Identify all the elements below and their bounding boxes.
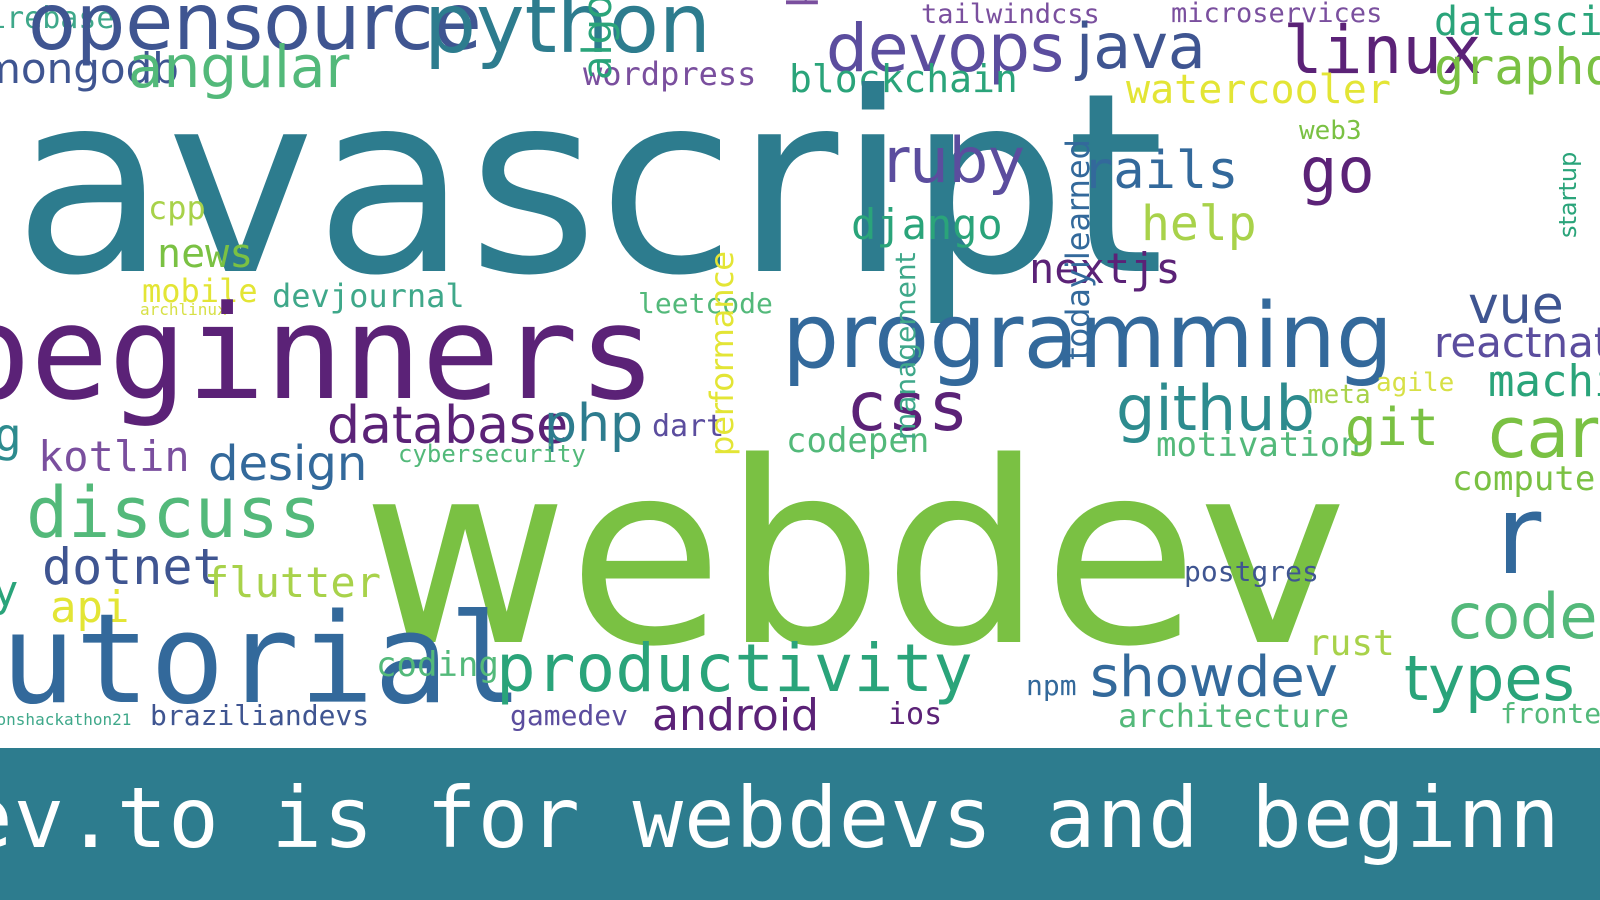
- cloud-word: management: [889, 252, 922, 440]
- cloud-word: go: [1300, 134, 1375, 207]
- cloud-word: architecture: [1118, 697, 1350, 735]
- cloud-word: actionshackathon21: [0, 710, 132, 729]
- cloud-word: news: [157, 231, 254, 277]
- cloud-word: django: [851, 200, 1003, 249]
- cloud-word: braziliandevs: [150, 699, 370, 732]
- cloud-word: startup: [1554, 151, 1582, 238]
- cloud-word: npm: [1026, 669, 1077, 702]
- cloud-word: android: [652, 690, 819, 741]
- cloud-word: git: [1345, 398, 1439, 458]
- cloud-word: kubernetes: [779, 0, 828, 8]
- cloud-word: help: [1141, 196, 1257, 252]
- cloud-word: g: [0, 408, 22, 462]
- footer-banner: ev.to is for webdevs and beginn: [0, 748, 1600, 900]
- cloud-word: watercooler: [1126, 67, 1391, 113]
- cloud-word: postgres: [1184, 555, 1319, 588]
- cloud-word: coding: [376, 645, 499, 685]
- cloud-word: graphql: [1434, 38, 1600, 96]
- cloud-word: r: [1496, 471, 1542, 599]
- cloud-word: ruby: [884, 124, 1025, 197]
- cloud-word: cpp: [148, 189, 206, 227]
- cloud-word: frontend: [1500, 697, 1600, 730]
- cloud-word: web3: [1299, 116, 1362, 146]
- cloud-word: performance: [703, 251, 741, 456]
- cloud-word: career: [1488, 392, 1600, 474]
- cloud-word: rails: [1082, 141, 1239, 201]
- footer-caption: ev.to is for webdevs and beginn: [0, 769, 1561, 867]
- wordcloud-canvas: firebaseopensourcepythontailwindcssmicro…: [0, 0, 1600, 748]
- cloud-word: gamedev: [510, 699, 629, 732]
- cloud-word: todayilearned: [1059, 139, 1097, 360]
- wordcloud-screenshot: firebaseopensourcepythontailwindcssmicro…: [0, 0, 1600, 900]
- cloud-word: ios: [888, 697, 943, 732]
- cloud-word: algorithms: [575, 0, 621, 80]
- cloud-word: agile: [1376, 368, 1455, 398]
